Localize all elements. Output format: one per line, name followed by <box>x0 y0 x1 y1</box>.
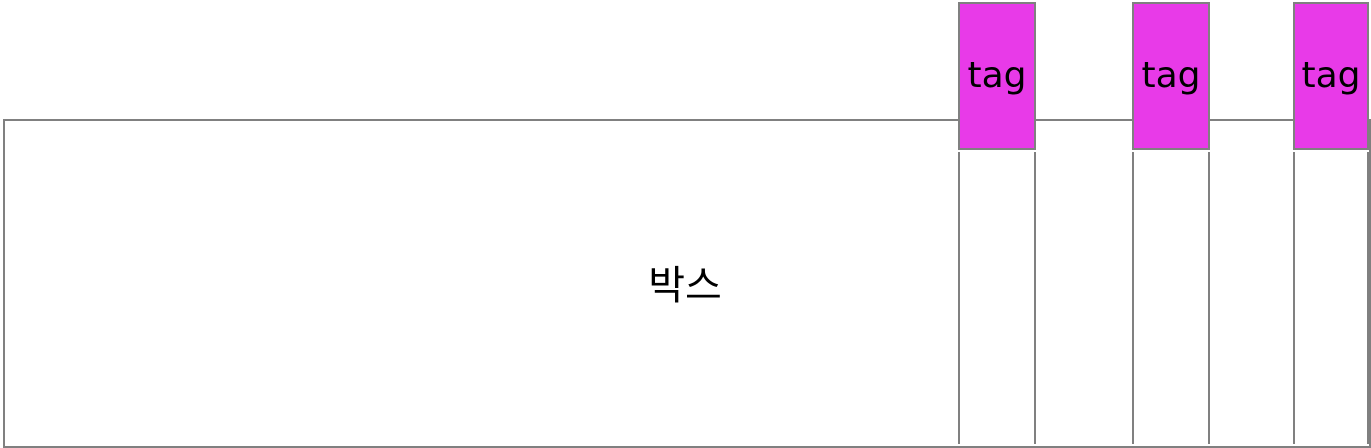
tag-3-label: tag <box>1301 55 1361 96</box>
tag-2-label: tag <box>1141 55 1201 96</box>
tag-1-label: tag <box>967 55 1027 96</box>
tag-2: tag <box>1132 2 1210 150</box>
tag-column-3 <box>1293 152 1369 444</box>
tag-column-2 <box>1132 152 1210 444</box>
tag-1: tag <box>958 2 1036 150</box>
tag-column-1 <box>958 152 1036 444</box>
tag-3: tag <box>1293 2 1369 150</box>
